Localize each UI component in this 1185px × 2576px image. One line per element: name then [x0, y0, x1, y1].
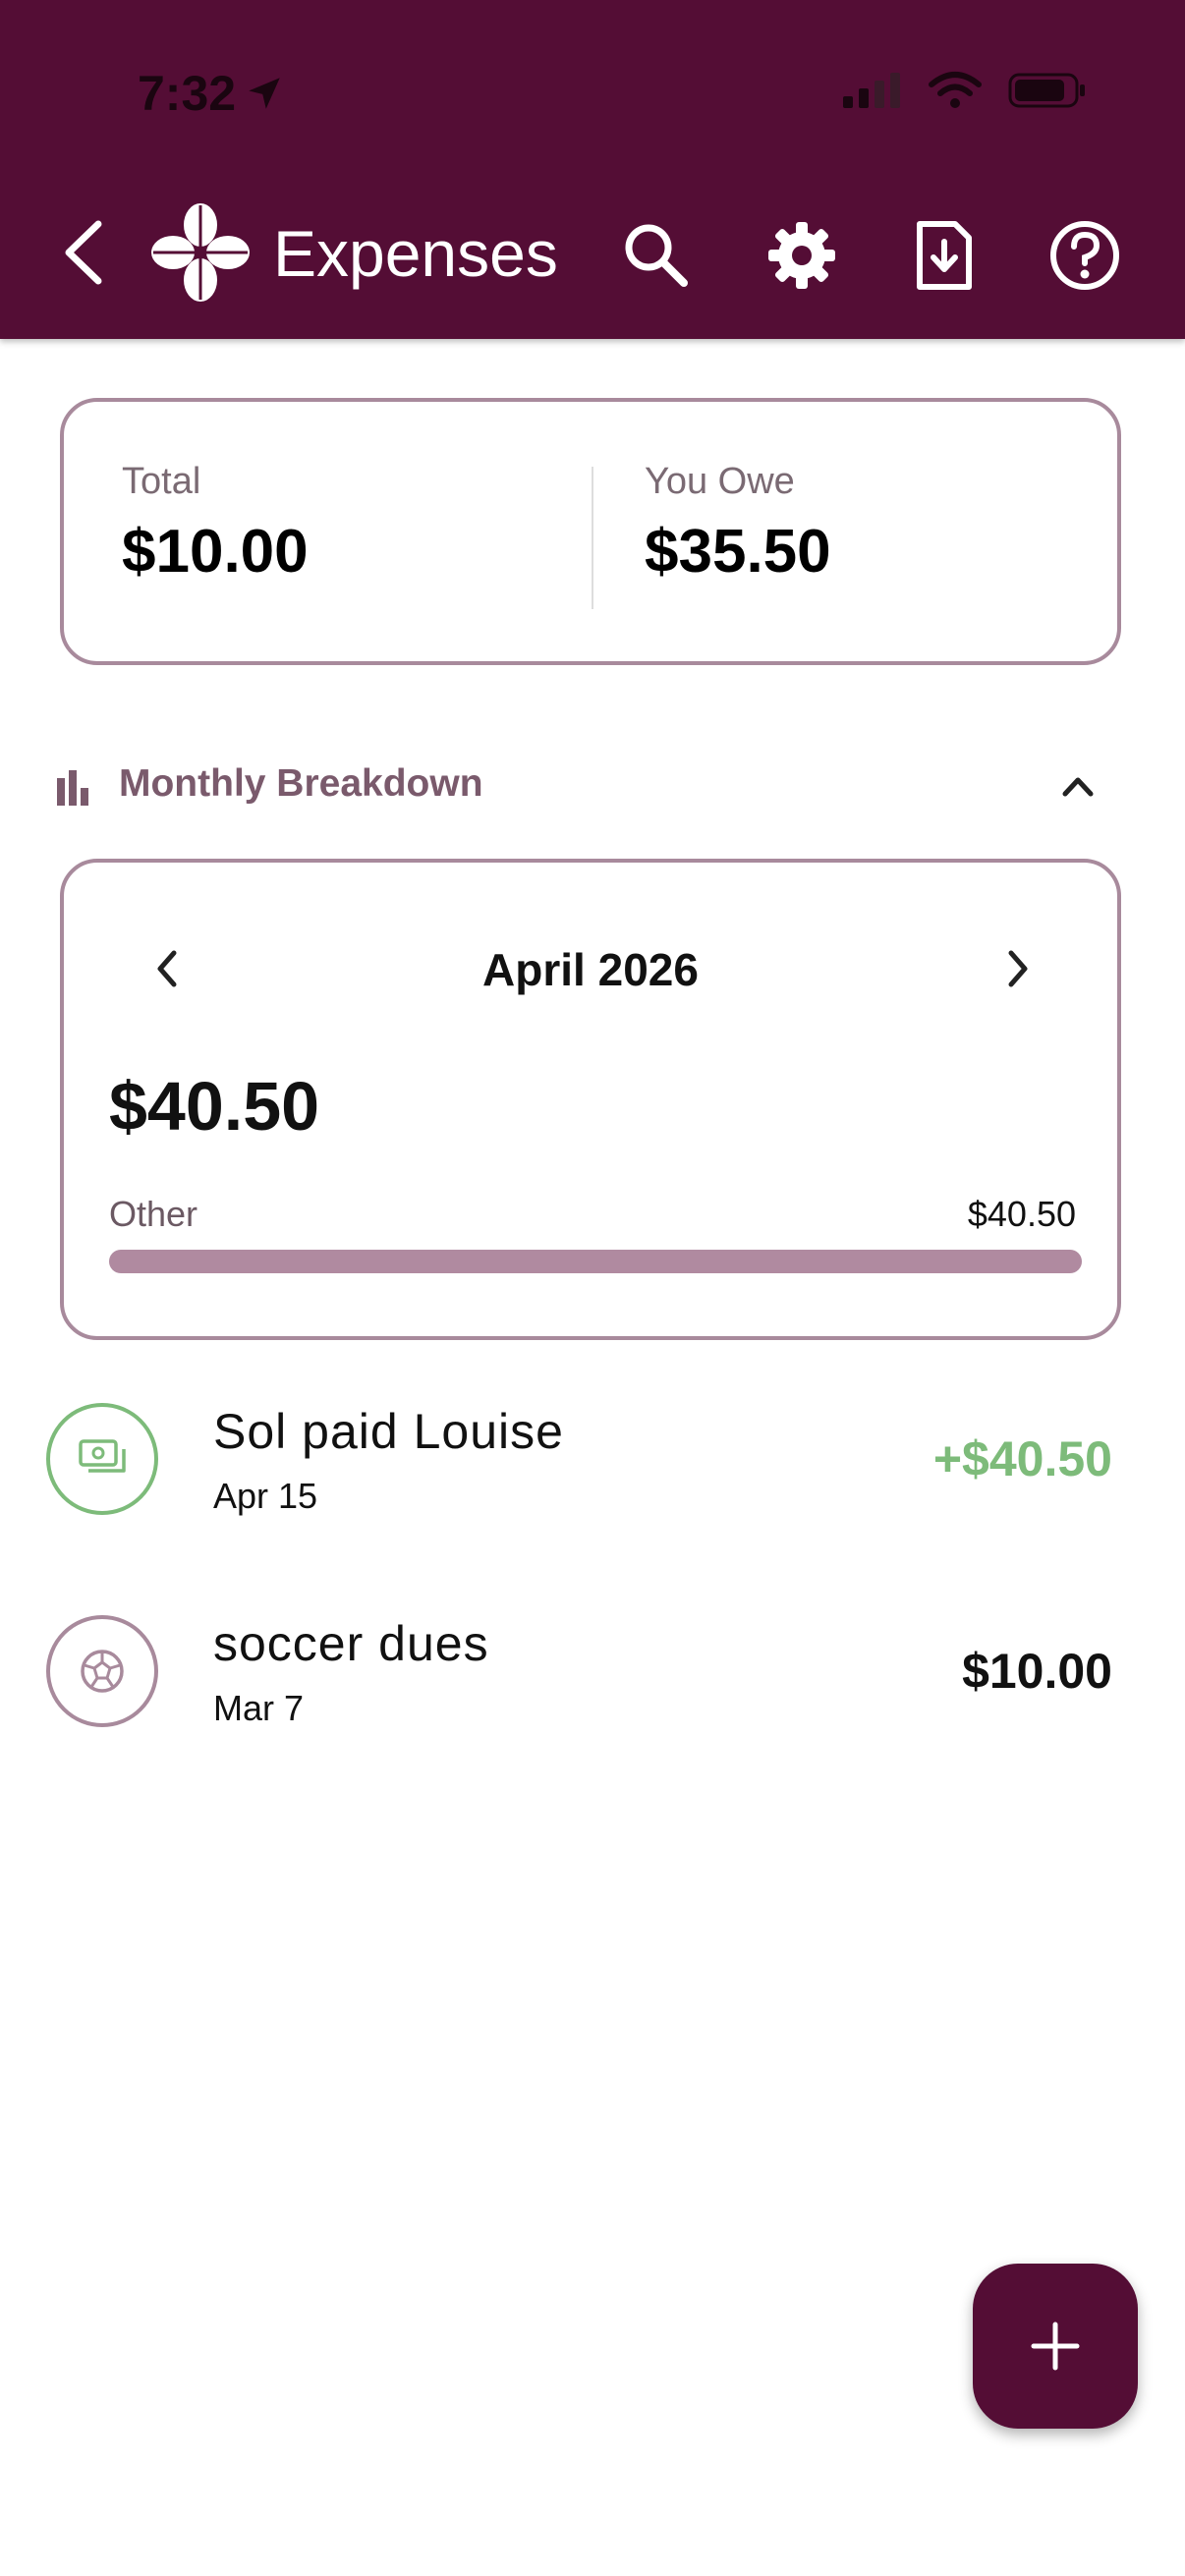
- app-header: 7:32 Expenses: [0, 0, 1185, 339]
- gear-icon[interactable]: [764, 218, 839, 293]
- back-icon[interactable]: [59, 218, 108, 287]
- total-value: $10.00: [122, 518, 309, 586]
- category-amount: $40.50: [967, 1194, 1076, 1234]
- help-icon[interactable]: [1047, 218, 1122, 293]
- chevron-up-icon[interactable]: [1061, 772, 1095, 800]
- clover-logo-icon: [151, 203, 250, 302]
- category-name: Other: [109, 1194, 198, 1234]
- transaction-item[interactable]: soccer dues Mar 7 $10.00: [0, 1605, 1185, 1743]
- month-amount: $40.50: [109, 1068, 320, 1145]
- breakdown-toggle[interactable]: Monthly Breakdown: [55, 756, 1097, 815]
- transaction-avatar: [46, 1615, 158, 1727]
- transaction-amount: $10.00: [962, 1644, 1112, 1699]
- cellular-signal-icon: [843, 73, 900, 108]
- owe-value: $35.50: [645, 518, 831, 586]
- status-time-text: 7:32: [138, 66, 237, 121]
- plus-icon: [1031, 2322, 1080, 2371]
- owe-label: You Owe: [645, 461, 795, 502]
- total-label: Total: [122, 461, 201, 502]
- summary-card: Total $10.00 You Owe $35.50: [60, 398, 1121, 665]
- month-title: April 2026: [482, 944, 699, 995]
- transaction-date: Apr 15: [213, 1476, 318, 1516]
- category-bar: [109, 1250, 1082, 1273]
- status-icons: [841, 71, 1087, 110]
- monthly-breakdown-card: April 2026 $40.50 Other $40.50: [60, 859, 1121, 1340]
- add-expense-button[interactable]: [973, 2264, 1138, 2429]
- transaction-date: Mar 7: [213, 1688, 305, 1728]
- transaction-title: Sol paid Louise: [213, 1404, 564, 1459]
- search-icon[interactable]: [619, 218, 694, 293]
- summary-divider: [592, 467, 593, 609]
- total-section: Total $10.00: [122, 461, 309, 587]
- page-title: Expenses: [273, 217, 558, 290]
- bar-chart-icon: [57, 770, 88, 806]
- export-document-icon[interactable]: [906, 218, 981, 293]
- transaction-title: soccer dues: [213, 1616, 489, 1671]
- status-time: 7:32: [138, 65, 285, 122]
- transaction-amount: +$40.50: [932, 1431, 1112, 1486]
- money-icon: [79, 1439, 126, 1473]
- transaction-item[interactable]: Sol paid Louise Apr 15 +$40.50: [0, 1393, 1185, 1531]
- wifi-icon: [929, 72, 982, 108]
- owe-section: You Owe $35.50: [645, 461, 831, 587]
- transaction-avatar: [46, 1403, 158, 1515]
- battery-icon: [1008, 73, 1085, 108]
- breakdown-label: Monthly Breakdown: [119, 762, 483, 805]
- soccer-ball-icon: [81, 1650, 124, 1693]
- location-arrow-icon: [249, 78, 280, 109]
- category-bar-fill: [109, 1250, 1082, 1273]
- chevron-right-icon[interactable]: [1003, 947, 1033, 990]
